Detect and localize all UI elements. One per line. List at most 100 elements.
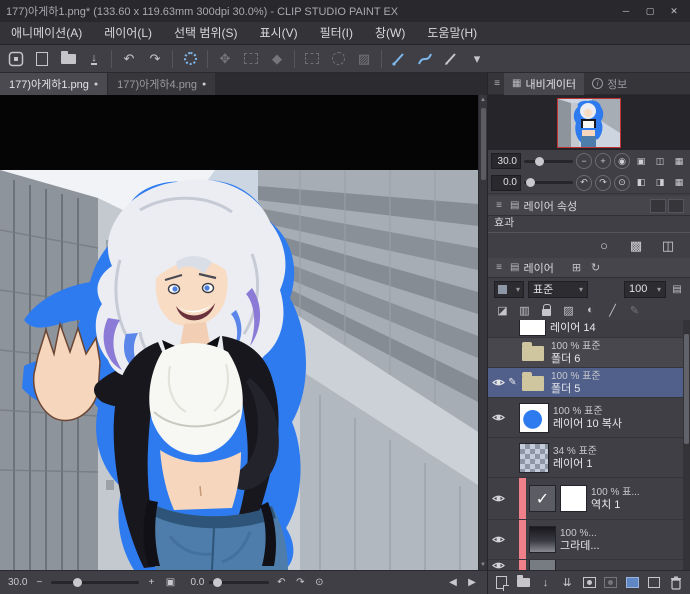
rotation-slider-knob[interactable]: [212, 578, 222, 587]
layer-row-layer10-copy[interactable]: 100 % 표준 레이어 10 복사: [488, 398, 690, 438]
layer-thumbnail[interactable]: [519, 320, 546, 336]
toolbar-overflow-button[interactable]: ▾: [465, 48, 489, 70]
visibility-toggle[interactable]: [490, 535, 506, 544]
apply-mask-button[interactable]: [603, 574, 619, 592]
menu-view[interactable]: 표시(V): [249, 22, 309, 44]
layer-thumbnail[interactable]: [519, 402, 549, 433]
register-material-button[interactable]: [646, 574, 662, 592]
layer-mask-thumbnail[interactable]: [560, 485, 587, 512]
deselect-button[interactable]: ▨: [352, 48, 376, 70]
pen-tool-button[interactable]: [387, 48, 411, 70]
tone-effect-button[interactable]: ▩: [626, 237, 646, 255]
lock-layer-icon[interactable]: [539, 302, 554, 318]
statusbar-zoom-in-button[interactable]: +: [144, 576, 158, 590]
enable-mask-icon[interactable]: ◐: [583, 302, 598, 318]
visibility-toggle[interactable]: [490, 494, 506, 503]
layer-search-icon[interactable]: ⊞: [572, 261, 581, 274]
layer-list-scrollbar[interactable]: [683, 320, 690, 570]
fill-tool-button[interactable]: ◆: [265, 48, 289, 70]
visibility-toggle[interactable]: [490, 561, 506, 570]
close-button[interactable]: ✕: [664, 3, 684, 19]
blend-mode-combo[interactable]: 표준 ▾: [528, 280, 588, 298]
transfer-to-lower-button[interactable]: ↓: [538, 574, 554, 592]
layer-palette-option-button[interactable]: [625, 574, 641, 592]
layer-color-effect-button[interactable]: ◫: [658, 237, 678, 255]
lock-transparent-pixels-icon[interactable]: ▨: [561, 302, 576, 318]
layer-row-folder5-selected[interactable]: ✎ 100 % 표준 폴더 5: [488, 368, 690, 398]
undo-button[interactable]: ↶: [117, 48, 141, 70]
menu-filter[interactable]: 필터(I): [309, 22, 364, 44]
zoom-slider-knob[interactable]: [72, 578, 82, 587]
statusbar-zoom-slider[interactable]: [51, 578, 140, 587]
minimize-button[interactable]: ─: [616, 3, 636, 19]
statusbar-next-button[interactable]: ▶: [465, 576, 479, 590]
reset-rotation-button[interactable]: ⊙: [614, 174, 630, 191]
new-layer-folder-button[interactable]: [516, 574, 532, 592]
menu-animation[interactable]: 애니메이션(A): [0, 22, 93, 44]
rotation-knob[interactable]: [526, 178, 536, 187]
rotate-cw-button[interactable]: ↷: [595, 174, 611, 191]
visibility-toggle[interactable]: [490, 413, 506, 422]
scroll-up-arrow[interactable]: ▲: [480, 95, 486, 105]
layer-row-threshold1[interactable]: ✓ 100 % 표... 역치 1: [488, 478, 690, 520]
delete-layer-button[interactable]: [668, 574, 684, 592]
merge-down-button[interactable]: ⇊: [559, 574, 575, 592]
panel-tab-stub[interactable]: [668, 198, 684, 213]
new-raster-layer-button[interactable]: [494, 574, 510, 592]
menu-window[interactable]: 창(W): [364, 22, 416, 44]
statusbar-prev-button[interactable]: ◀: [446, 576, 460, 590]
canvas-vertical-scrollbar[interactable]: ▲ ▼: [478, 95, 487, 570]
flip-vertical-button[interactable]: ◨: [652, 175, 668, 191]
tab-navigator[interactable]: ▦ 내비게이터: [504, 72, 585, 95]
layer-row-layer1[interactable]: 34 % 표준 레이어 1: [488, 438, 690, 478]
redo-button[interactable]: ↷: [143, 48, 167, 70]
statusbar-rotate-cw-button[interactable]: ↷: [293, 576, 307, 590]
visibility-toggle[interactable]: [490, 378, 506, 387]
doc-tab-ageha4[interactable]: 177)아게하4.png ●: [107, 73, 216, 95]
create-mask-button[interactable]: [581, 574, 597, 592]
ruler-icon[interactable]: ╱: [605, 302, 620, 318]
pixel-grid-button[interactable]: ▦: [671, 153, 687, 169]
tab-info[interactable]: i 정보: [584, 73, 635, 95]
reset-display-button[interactable]: ▦: [671, 175, 687, 191]
rotate-ccw-button[interactable]: ↶: [576, 174, 592, 191]
menu-selection[interactable]: 선택 범위(S): [163, 22, 249, 44]
statusbar-reset-rotation-button[interactable]: ⊙: [312, 576, 326, 590]
brush-tool-button[interactable]: [439, 48, 463, 70]
menu-help[interactable]: 도움말(H): [416, 22, 488, 44]
maximize-button[interactable]: ▢: [640, 3, 660, 19]
navigator-zoom-input[interactable]: [491, 153, 521, 169]
clip-to-layer-below-icon[interactable]: ◪: [495, 302, 510, 318]
layer-property-panel-menu-icon[interactable]: ≡: [492, 200, 506, 211]
layer-thumbnail[interactable]: [529, 560, 556, 570]
navigator-zoom-slider[interactable]: [524, 156, 573, 166]
navigator-thumbnail[interactable]: [557, 97, 621, 148]
transform-button[interactable]: [239, 48, 263, 70]
navigator-rotation-slider[interactable]: [524, 178, 573, 187]
correction-layer-thumbnail[interactable]: ✓: [529, 485, 556, 512]
reference-layer-icon[interactable]: ▥: [517, 302, 532, 318]
statusbar-rotation-slider[interactable]: [209, 578, 270, 587]
layer-row-gradient-map[interactable]: 100 %... 그라데...: [488, 520, 690, 560]
curve-tool-button[interactable]: [413, 48, 437, 70]
open-file-button[interactable]: [56, 48, 80, 70]
select-lasso-button[interactable]: [326, 48, 350, 70]
flip-horizontal-button[interactable]: ◧: [633, 175, 649, 191]
zoom-knob[interactable]: [534, 156, 544, 166]
scrollbar-thumb[interactable]: [480, 108, 486, 180]
draft-layer-icon[interactable]: ✎: [627, 302, 642, 318]
statusbar-zoom-out-button[interactable]: −: [32, 576, 46, 590]
scrollbar-thumb[interactable]: [684, 334, 689, 444]
doc-tab-ageha1[interactable]: 177)아게하1.png ●: [0, 73, 108, 95]
canvas-area[interactable]: [0, 95, 478, 570]
statusbar-fit-button[interactable]: ▣: [163, 576, 177, 590]
layer-row-folder6[interactable]: 100 % 표준 폴더 6: [488, 338, 690, 368]
zoom-100-button[interactable]: ◉: [614, 153, 630, 169]
new-file-button[interactable]: [30, 48, 54, 70]
navigator-preview-area[interactable]: [488, 95, 690, 150]
zoom-out-button[interactable]: −: [576, 153, 592, 169]
app-home-button[interactable]: [4, 48, 28, 70]
border-effect-button[interactable]: ○: [594, 237, 614, 255]
move-tool-button[interactable]: ✥: [213, 48, 237, 70]
navigator-panel-menu-icon[interactable]: ≡: [490, 78, 504, 89]
